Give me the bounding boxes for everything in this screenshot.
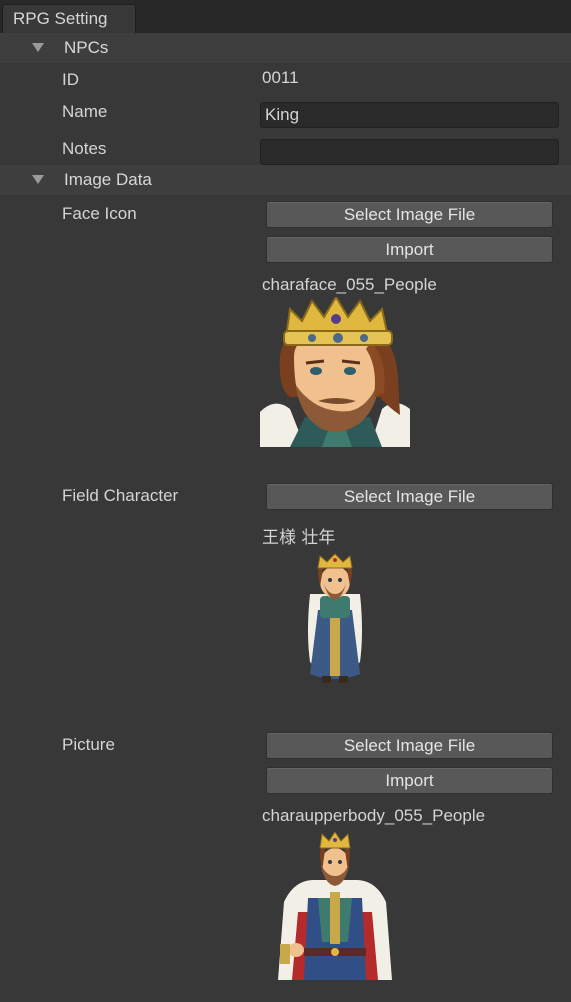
- picture-preview-image: [274, 832, 396, 980]
- face-icon-label: Face Icon: [62, 204, 137, 223]
- notes-label: Notes: [62, 139, 107, 158]
- name-label: Name: [62, 102, 108, 121]
- face-icon-preview-image: [260, 297, 410, 447]
- notes-field[interactable]: [260, 139, 559, 165]
- picture-label: Picture: [62, 735, 115, 754]
- face-icon-import-button[interactable]: Import: [266, 236, 553, 263]
- face-icon-file-name: charaface_055_People: [262, 275, 437, 294]
- field-character-select-image-button[interactable]: Select Image File: [266, 483, 553, 510]
- npcs-header-title: NPCs: [64, 38, 109, 57]
- image-data-foldout-header[interactable]: Image Data: [0, 165, 571, 195]
- field-character-label: Field Character: [62, 486, 179, 505]
- npcs-foldout-header[interactable]: NPCs: [0, 33, 571, 63]
- picture-import-button[interactable]: Import: [266, 767, 553, 794]
- field-character-file-name: 王様 壮年: [262, 528, 336, 548]
- image-data-header-title: Image Data: [64, 170, 152, 189]
- picture-select-image-button[interactable]: Select Image File: [266, 732, 553, 759]
- field-character-preview-image: [300, 552, 370, 688]
- tab-bar: RPG Setting: [0, 0, 571, 34]
- foldout-arrow-icon[interactable]: [32, 175, 44, 184]
- id-label: ID: [62, 70, 79, 89]
- name-field[interactable]: King: [260, 102, 559, 128]
- face-icon-select-image-button[interactable]: Select Image File: [266, 201, 553, 228]
- tab-rpg-setting[interactable]: RPG Setting: [2, 4, 136, 33]
- foldout-arrow-icon[interactable]: [32, 43, 44, 52]
- rpg-setting-window: RPG Setting NPCs ID 0011 Name King Notes…: [0, 0, 571, 1002]
- picture-file-name: charaupperbody_055_People: [262, 806, 486, 825]
- id-value: 0011: [262, 68, 299, 87]
